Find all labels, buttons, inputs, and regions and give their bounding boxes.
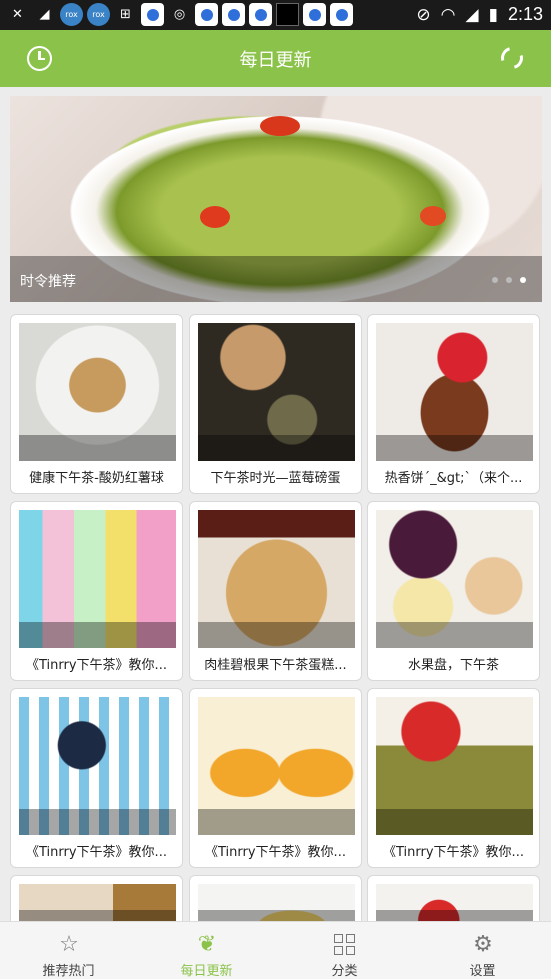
recipe-title: 肉桂碧根果下午茶蛋糕... xyxy=(204,658,347,673)
recipe-card[interactable]: 下午茶时光—蓝莓磅蛋 xyxy=(189,314,362,494)
wechat-icon: ◎ xyxy=(173,7,186,22)
nav-label: 推荐热门 xyxy=(42,964,95,979)
app-icon: rox xyxy=(87,3,110,26)
qq-icon xyxy=(195,3,218,26)
page-title: 每日更新 xyxy=(239,50,312,71)
recipe-image xyxy=(198,323,355,461)
recipe-card[interactable]: 《Tinrry下午茶》教你... xyxy=(367,688,540,868)
mute-icon: ⊘ xyxy=(416,4,431,25)
system-status: ⊘ ◠ ◢ ▮ 2:13 xyxy=(416,4,543,25)
battery-icon: ▮ xyxy=(488,4,498,25)
recipe-card[interactable]: 热香饼´_&gt;`（来个... xyxy=(367,314,540,494)
page-dot-active xyxy=(520,277,526,283)
gear-icon: ⚙ xyxy=(473,932,493,957)
recipe-title: 热香饼´_&gt;`（来个... xyxy=(384,471,523,486)
nav-item-recommended[interactable]: ☆ 推荐热门 xyxy=(0,922,137,979)
baidu-icon xyxy=(303,3,326,26)
app-icon: rox xyxy=(60,3,83,26)
grid-icon xyxy=(334,934,356,956)
recipe-image xyxy=(376,323,533,461)
recipe-card[interactable]: 水果盘，下午茶 xyxy=(367,501,540,681)
recipe-image xyxy=(376,510,533,648)
page-dot xyxy=(506,277,512,283)
mute-icon: ✕ xyxy=(12,7,23,22)
clock-time: 2:13 xyxy=(507,4,543,24)
page-dot xyxy=(492,277,498,283)
recipe-image xyxy=(19,510,176,648)
baidu-icon xyxy=(141,3,164,26)
leaf-icon: ❦ xyxy=(197,932,217,957)
recipe-image xyxy=(198,510,355,648)
bottom-navigation: ☆ 推荐热门 ❦ 每日更新 分类 ⚙ 设置 xyxy=(0,921,551,979)
baidu-icon xyxy=(249,3,272,26)
signal-icon: ◢ xyxy=(465,4,479,25)
recipe-card[interactable]: 《Tinrry下午茶》教你... xyxy=(189,688,362,868)
recipe-title: 《Tinrry下午茶》教你... xyxy=(26,845,167,860)
grid-app-icon: ⊞ xyxy=(120,7,131,22)
recipe-image xyxy=(198,697,355,835)
nav-label: 设置 xyxy=(469,964,496,979)
nav-label: 分类 xyxy=(331,964,358,979)
recipe-card[interactable]: 《Tinrry下午茶》教你... xyxy=(10,688,183,868)
nav-item-daily-update[interactable]: ❦ 每日更新 xyxy=(138,922,275,979)
signal-off-icon: ◢ xyxy=(39,7,50,22)
recipe-title: 下午茶时光—蓝莓磅蛋 xyxy=(210,471,341,486)
recipe-image xyxy=(376,697,533,835)
recipe-card[interactable]: 肉桂碧根果下午茶蛋糕... xyxy=(189,501,362,681)
banner-image-detail xyxy=(420,206,446,226)
recipe-title: 水果盘，下午茶 xyxy=(407,658,499,673)
banner-page-indicator xyxy=(492,277,526,283)
recipe-title: 《Tinrry下午茶》教你... xyxy=(205,845,346,860)
recipe-title: 《Tinrry下午茶》教你... xyxy=(26,658,167,673)
baidu-icon xyxy=(222,3,245,26)
nav-label: 每日更新 xyxy=(180,964,233,979)
wifi-icon: ◠ xyxy=(440,4,456,25)
status-bar: ✕ ◢ rox rox ⊞ ◎ ⊘ ◠ ◢ ▮ 2:13 xyxy=(0,0,551,30)
notification-icons: ✕ ◢ rox rox ⊞ ◎ xyxy=(6,3,353,26)
recipe-image xyxy=(19,697,176,835)
qq-icon xyxy=(330,3,353,26)
banner-caption: 时令推荐 xyxy=(20,274,76,290)
banner-caption-bar: 时令推荐 xyxy=(10,256,542,302)
recipe-card[interactable]: 健康下午茶-酸奶红薯球 xyxy=(10,314,183,494)
recipe-title: 健康下午茶-酸奶红薯球 xyxy=(29,471,164,486)
recipe-title: 《Tinrry下午茶》教你... xyxy=(383,845,524,860)
nav-item-category[interactable]: 分类 xyxy=(276,922,413,979)
nav-item-settings[interactable]: ⚙ 设置 xyxy=(414,922,551,979)
recipe-card[interactable]: 《Tinrry下午茶》教你... xyxy=(10,501,183,681)
banner-image-detail xyxy=(200,206,230,228)
recipe-image xyxy=(19,323,176,461)
black-app-icon xyxy=(276,3,299,26)
app-bar: 每日更新 xyxy=(0,30,551,87)
banner-image-detail xyxy=(260,116,300,136)
featured-banner[interactable]: 时令推荐 xyxy=(10,96,542,302)
star-icon: ☆ xyxy=(59,932,79,957)
